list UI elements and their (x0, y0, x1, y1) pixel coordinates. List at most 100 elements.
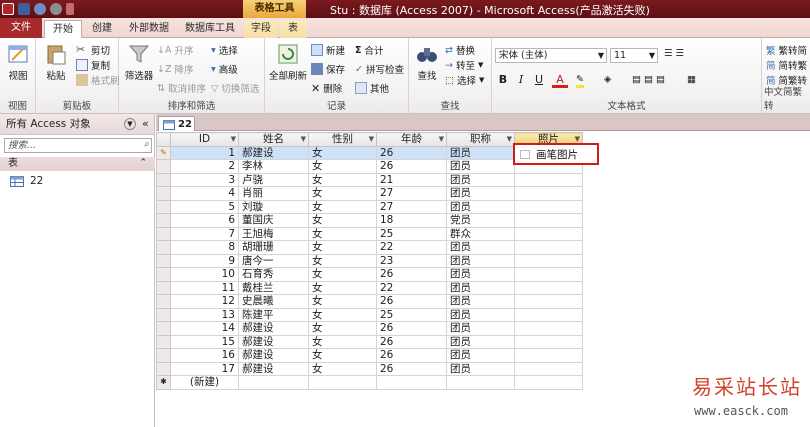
customize-qat-icon[interactable] (66, 3, 74, 15)
cell-age[interactable]: 23 (376, 253, 447, 268)
cell-age[interactable]: 22 (376, 240, 447, 255)
chevron-down-icon[interactable]: ▼ (231, 133, 236, 145)
cell-id[interactable]: 9 (170, 253, 239, 268)
cell-photo[interactable] (514, 199, 583, 214)
find-button[interactable]: 查找 (413, 42, 441, 82)
cell-photo[interactable] (514, 307, 583, 322)
cell-title[interactable]: 团员 (446, 240, 515, 255)
underline-button[interactable]: U (531, 72, 547, 88)
remove-sort-button[interactable]: ⇅ 取消排序 (157, 81, 206, 96)
cell-title[interactable]: 团员 (446, 267, 515, 282)
search-icon[interactable]: ⌕ (143, 138, 149, 151)
cell-photo[interactable] (514, 172, 583, 187)
table-row[interactable]: 8 胡珊珊女 22 团员 (156, 240, 583, 255)
table-row[interactable]: 17 郝建设女 26 团员 (156, 361, 583, 376)
copy-button[interactable]: 复制 (76, 58, 110, 72)
cell-age[interactable]: 26 (376, 159, 447, 174)
select-all-cell[interactable] (156, 132, 171, 147)
record-selector[interactable] (156, 253, 171, 268)
nav-category-tables[interactable]: 表 ⌃ (0, 157, 155, 171)
table-row[interactable]: 9 唐今一女 23 团员 (156, 253, 583, 268)
cell-age[interactable]: 26 (376, 267, 447, 282)
cell-name[interactable]: 王旭梅 (238, 226, 309, 241)
new-record-row[interactable]: ✱ (新建) (156, 375, 583, 390)
photo-cell-highlight[interactable]: 画笔图片 (513, 143, 599, 165)
cell-title[interactable]: 团员 (446, 361, 515, 376)
cell-photo[interactable] (514, 186, 583, 201)
new-record-selector[interactable]: ✱ (156, 375, 171, 390)
cell-id[interactable]: 11 (170, 280, 239, 295)
cell-gender[interactable]: 女 (308, 213, 377, 228)
cell-title[interactable]: 团员 (446, 253, 515, 268)
cell-id[interactable]: 2 (170, 159, 239, 174)
table-row[interactable]: 10 石育秀女 26 团员 (156, 267, 583, 282)
new-record-cell[interactable] (308, 375, 377, 390)
font-size-select[interactable]: 11 ▼ (610, 48, 658, 63)
cell-id[interactable]: 5 (170, 199, 239, 214)
cell-title[interactable]: 党员 (446, 213, 515, 228)
cell-age[interactable]: 26 (376, 361, 447, 376)
column-header-title[interactable]: 职称 ▼ (446, 132, 515, 147)
cell-id[interactable]: 1 (170, 145, 239, 160)
record-selector[interactable] (156, 294, 171, 309)
cell-id[interactable]: 4 (170, 186, 239, 201)
cell-title[interactable]: 团员 (446, 145, 515, 160)
italic-button[interactable]: I (513, 72, 529, 88)
goto-button[interactable]: → 转至 ▼ (445, 58, 483, 73)
cell-id[interactable]: 6 (170, 213, 239, 228)
align-buttons[interactable]: ▤ ▤ ▤ (632, 74, 665, 85)
cell-title[interactable]: 团员 (446, 294, 515, 309)
bold-button[interactable]: B (495, 72, 511, 88)
undo-icon[interactable] (34, 3, 46, 15)
cell-id[interactable]: 7 (170, 226, 239, 241)
cut-button[interactable]: ✂ 剪切 (76, 43, 110, 58)
cell-name[interactable]: 刘璇 (238, 199, 309, 214)
table-row[interactable]: 7 王旭梅女 25 群众 (156, 226, 583, 241)
cell-title[interactable]: 团员 (446, 199, 515, 214)
spelling-button[interactable]: ✓ 拼写检查 (355, 62, 404, 77)
cell-title[interactable]: 团员 (446, 348, 515, 363)
select-button[interactable]: ⬚ 选择 ▼ (445, 73, 484, 88)
cell-id[interactable]: 14 (170, 321, 239, 336)
cell-age[interactable]: 26 (376, 334, 447, 349)
table-row[interactable]: 4 肖丽女 27 团员 (156, 186, 583, 201)
cell-age[interactable]: 26 (376, 348, 447, 363)
record-selector[interactable] (156, 280, 171, 295)
cell-title[interactable]: 团员 (446, 280, 515, 295)
cell-photo[interactable] (514, 294, 583, 309)
cell-photo[interactable] (514, 267, 583, 282)
cell-title[interactable]: 团员 (446, 172, 515, 187)
navigation-search-input[interactable]: 搜索... ⌕ (4, 138, 152, 153)
new-record-cell[interactable] (238, 375, 309, 390)
tab-table[interactable]: 表 (280, 20, 306, 38)
cell-gender[interactable]: 女 (308, 307, 377, 322)
cell-id[interactable]: 12 (170, 294, 239, 309)
navigation-pane-header[interactable]: 所有 Access 对象 ▼ « (0, 114, 154, 135)
cell-photo[interactable] (514, 361, 583, 376)
cell-id[interactable]: 15 (170, 334, 239, 349)
cell-name[interactable]: 胡珊珊 (238, 240, 309, 255)
cell-age[interactable]: 25 (376, 307, 447, 322)
record-selector[interactable] (156, 348, 171, 363)
list-format-buttons[interactable]: ☰ ☰ (664, 48, 684, 59)
column-header-age[interactable]: 年龄 ▼ (376, 132, 447, 147)
cell-name[interactable]: 唐今一 (238, 253, 309, 268)
record-selector[interactable] (156, 361, 171, 376)
sort-descending-button[interactable]: ↓Z 降序 (157, 62, 193, 77)
cell-gender[interactable]: 女 (308, 226, 377, 241)
background-color-button[interactable]: ◈ (604, 74, 611, 85)
refresh-all-button[interactable]: 全部刷新 (269, 42, 307, 82)
more-button[interactable]: 其他 (355, 81, 389, 95)
cell-title[interactable]: 团员 (446, 321, 515, 336)
cell-gender[interactable]: 女 (308, 159, 377, 174)
record-selector[interactable] (156, 172, 171, 187)
advanced-filter-button[interactable]: ▾ 高级 (211, 62, 238, 77)
save-icon[interactable] (18, 3, 30, 15)
column-header-gender[interactable]: 性别 ▼ (308, 132, 377, 147)
tab-external-data[interactable]: 外部数据 (122, 20, 176, 38)
cell-name[interactable]: 郝建设 (238, 361, 309, 376)
cell-age[interactable]: 21 (376, 172, 447, 187)
cell-age[interactable]: 26 (376, 145, 447, 160)
cell-name[interactable]: 郝建设 (238, 321, 309, 336)
cell-id[interactable]: 10 (170, 267, 239, 282)
